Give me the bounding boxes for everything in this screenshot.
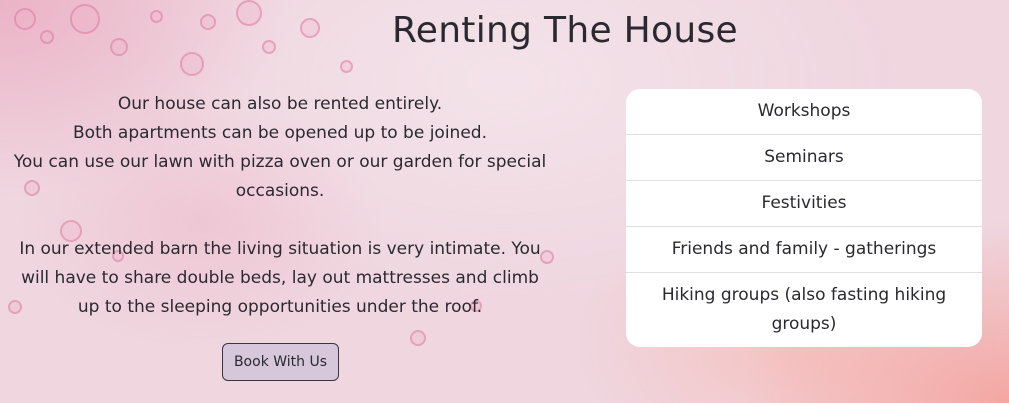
list-item: Hiking groups (also fasting hiking group… bbox=[661, 285, 947, 334]
description-paragraph-2: In our extended barn the living situatio… bbox=[19, 239, 541, 317]
list-item: Friends and family - gatherings bbox=[626, 227, 982, 273]
description-line-2: Both apartments can be opened up to be j… bbox=[73, 123, 487, 143]
description-line-3: You can use our lawn with pizza oven or … bbox=[13, 152, 547, 201]
list-item: Festivities bbox=[626, 181, 982, 227]
list-item: Seminars bbox=[626, 135, 982, 181]
description-line-1: Our house can also be rented entirely. bbox=[117, 94, 443, 114]
book-with-us-button[interactable]: Book With Us bbox=[222, 343, 339, 381]
rental-description: Our house can also be rented entirely. B… bbox=[10, 90, 550, 322]
occasions-list: Workshops Seminars Festivities Friends a… bbox=[626, 89, 982, 347]
list-item: Workshops bbox=[626, 89, 982, 135]
page-title: Renting The House bbox=[392, 10, 738, 51]
